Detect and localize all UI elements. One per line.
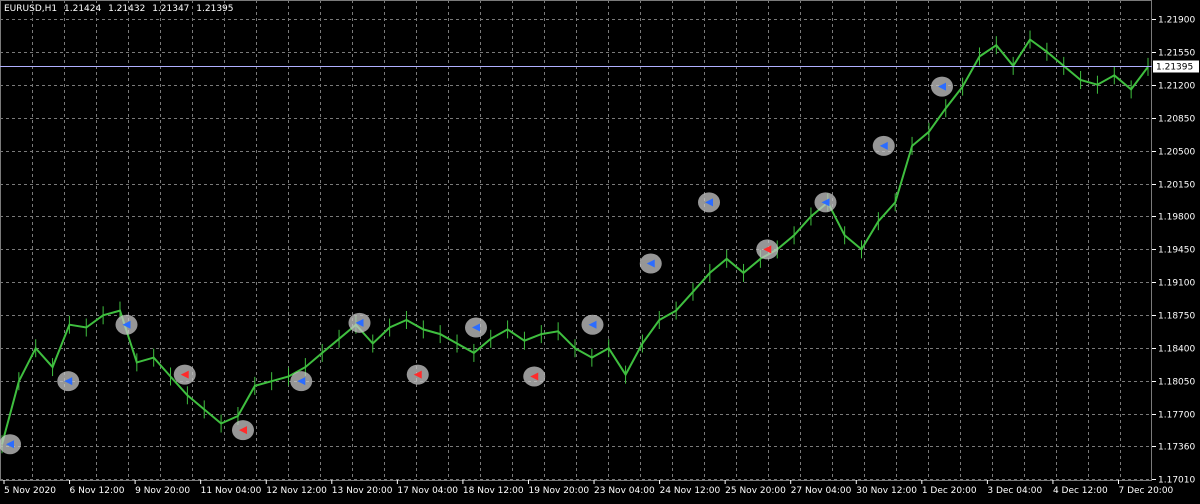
y-tick-label: 1.17010 bbox=[1158, 476, 1195, 486]
x-tick-label: 17 Nov 04:00 bbox=[397, 486, 458, 496]
x-tick-label: 19 Nov 20:00 bbox=[528, 486, 589, 496]
x-tick-label: 3 Dec 04:00 bbox=[987, 486, 1042, 496]
x-tick-label: 24 Nov 12:00 bbox=[660, 486, 721, 496]
x-tick-label: 5 Nov 2020 bbox=[4, 486, 56, 496]
y-tick-label: 1.17700 bbox=[1158, 411, 1195, 421]
y-tick-label: 1.20500 bbox=[1158, 148, 1195, 158]
y-tick-label: 1.18400 bbox=[1158, 345, 1195, 355]
x-tick-label: 23 Nov 04:00 bbox=[594, 486, 655, 496]
x-tick-label: 13 Nov 20:00 bbox=[332, 486, 393, 496]
current-price-label: 1.21395 bbox=[1156, 63, 1193, 73]
y-tick-label: 1.21900 bbox=[1158, 16, 1195, 26]
y-tick-label: 1.17360 bbox=[1158, 443, 1195, 453]
symbol-label: EURUSD,H1 bbox=[4, 4, 58, 14]
y-tick-label: 1.20850 bbox=[1158, 115, 1195, 125]
y-tick-label: 1.20150 bbox=[1158, 181, 1195, 191]
y-tick-label: 1.19100 bbox=[1158, 279, 1195, 289]
close-value: 1.21395 bbox=[196, 4, 234, 14]
low-value: 1.21347 bbox=[152, 4, 190, 14]
y-tick-label: 1.19450 bbox=[1158, 246, 1195, 256]
x-tick-label: 25 Nov 20:00 bbox=[725, 486, 786, 496]
y-tick-label: 1.18050 bbox=[1158, 378, 1195, 388]
open-value: 1.21424 bbox=[64, 4, 102, 14]
x-tick-label: 12 Nov 12:00 bbox=[266, 486, 327, 496]
x-tick-label: 1 Dec 20:00 bbox=[922, 486, 977, 496]
y-tick-label: 1.18750 bbox=[1158, 312, 1195, 322]
chart-svg: 1.21900 1.21550 1.21200 1.20850 1.20500 1.201… bbox=[0, 0, 1200, 500]
high-value: 1.21432 bbox=[108, 4, 146, 14]
x-tick-label: 30 Nov 12:00 bbox=[856, 486, 917, 496]
x-tick-label: 18 Nov 12:00 bbox=[463, 486, 524, 496]
y-tick-label: 1.19800 bbox=[1158, 213, 1195, 223]
y-tick-label: 1.21200 bbox=[1158, 82, 1195, 92]
x-tick-label: 7 Dec 20:00 bbox=[1118, 486, 1173, 496]
x-tick-label: 4 Dec 12:00 bbox=[1053, 486, 1108, 496]
chart-title-bar: EURUSD,H1 1.21424 1.21432 1.21347 1.2139… bbox=[4, 4, 238, 14]
x-tick-label: 11 Nov 04:00 bbox=[201, 486, 262, 496]
x-tick-label: 6 Nov 12:00 bbox=[70, 486, 125, 496]
x-tick-label: 9 Nov 20:00 bbox=[135, 486, 190, 496]
x-tick-label: 27 Nov 04:00 bbox=[791, 486, 852, 496]
y-tick-label: 1.21550 bbox=[1158, 49, 1195, 59]
chart-area[interactable]: 1.21900 1.21550 1.21200 1.20850 1.20500 1.201… bbox=[0, 0, 1200, 500]
